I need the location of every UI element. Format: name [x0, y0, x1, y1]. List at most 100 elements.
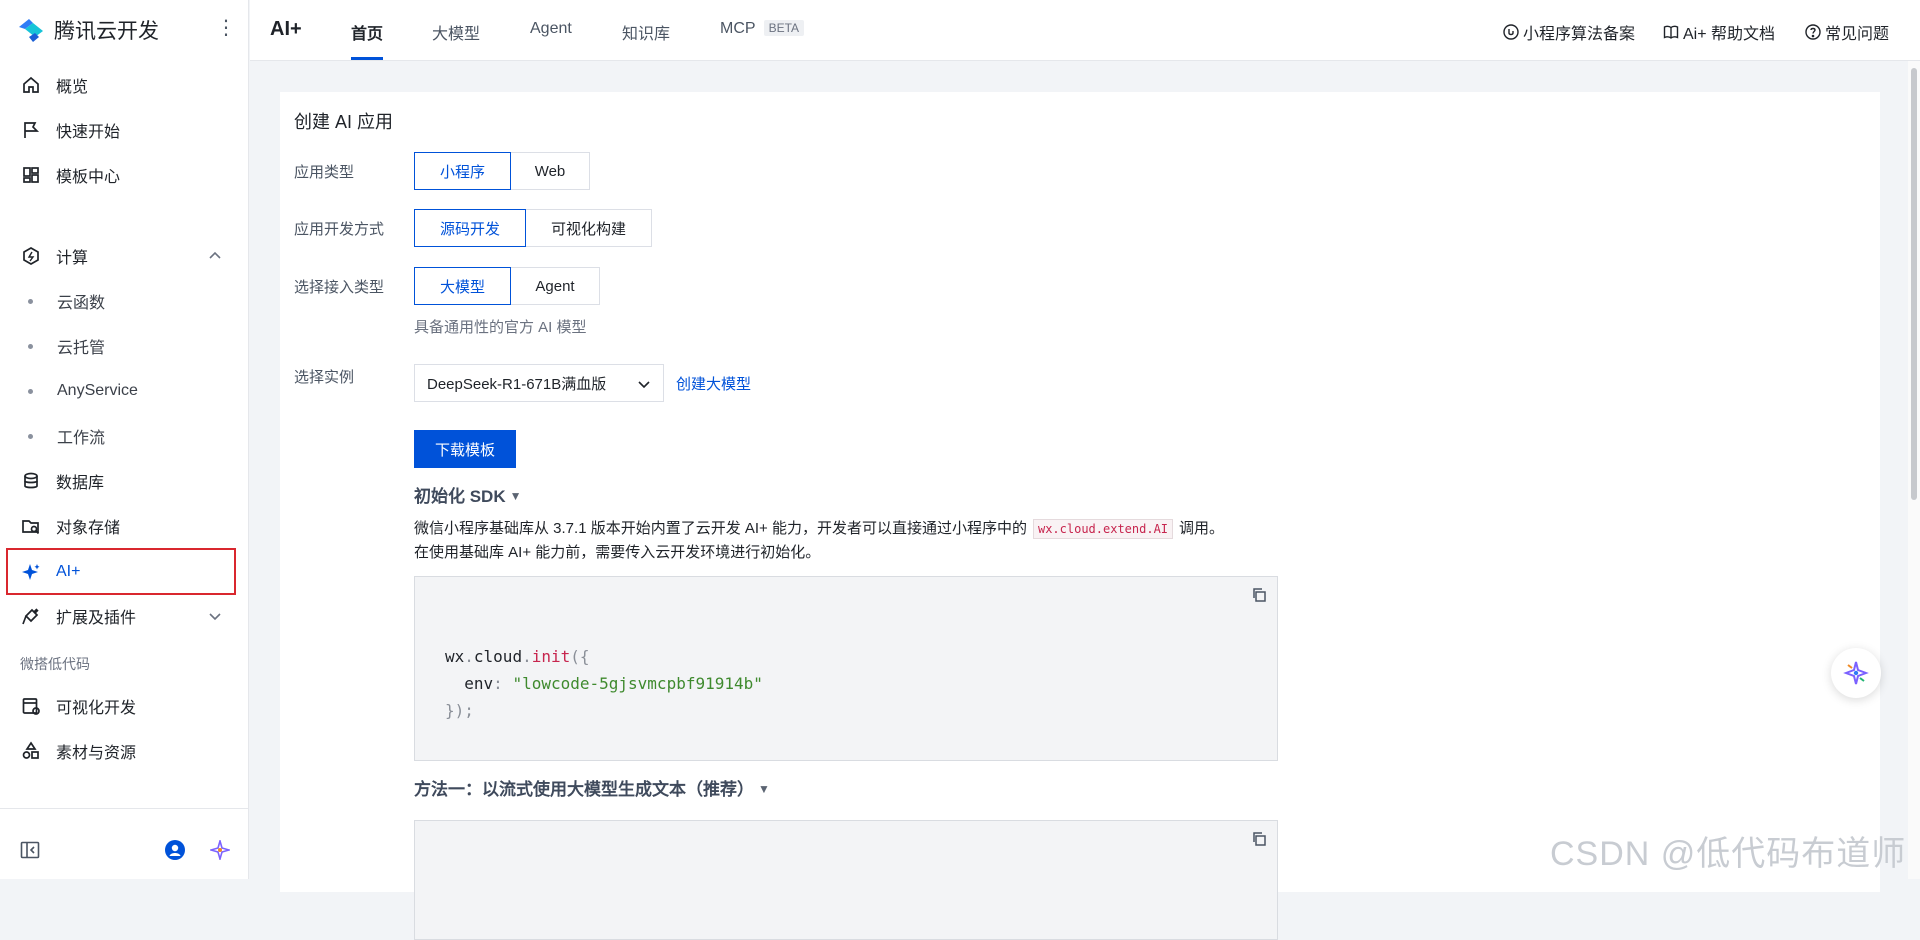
sidebar-item-label: 可视化开发	[56, 700, 137, 717]
sidebar-item-workflow[interactable]: 工作流	[10, 416, 235, 456]
instance-select-value: DeepSeek-R1-671B满血版	[427, 375, 607, 393]
sidebar-item-database[interactable]: 数据库	[10, 461, 235, 501]
sidebar-item-overview[interactable]: 概览	[10, 65, 235, 105]
app-type-label: 应用类型	[294, 164, 355, 181]
sidebar-item-ai-plus[interactable]: AI+	[6, 548, 236, 595]
link-label: 常见问题	[1825, 26, 1890, 43]
scrollbar-thumb[interactable]	[1911, 68, 1917, 500]
sidebar-item-label: 概览	[56, 79, 89, 96]
assets-icon	[20, 740, 42, 762]
sidebar-item-label: 快速开始	[56, 124, 121, 141]
brand[interactable]: 腾讯云开发	[16, 14, 159, 46]
code-block-init: wx.cloud.init({ env: "lowcode-5gjsvmcpbf…	[414, 576, 1278, 761]
sidebar-item-label: 工作流	[57, 430, 106, 447]
brand-name: 腾讯云开发	[54, 20, 159, 43]
code-block-method1	[414, 820, 1278, 940]
dev-mode-visual-option[interactable]: 可视化构建	[525, 209, 652, 247]
sidebar-item-label: 数据库	[56, 475, 105, 492]
dev-mode-source-option[interactable]: 源码开发	[414, 209, 526, 247]
more-options-icon[interactable]: ⋮	[216, 18, 236, 38]
access-type-model-option[interactable]: 大模型	[414, 267, 511, 305]
cloudbase-logo-icon	[19, 19, 43, 42]
text-before-code: 微信小程序基础库从 3.7.1 版本开始内置了云开发 AI+ 能力，开发者可以直…	[414, 520, 1027, 537]
tab-label: MCP	[720, 20, 756, 37]
app-type-web-option[interactable]: Web	[510, 152, 590, 190]
bullet-dot	[28, 343, 33, 349]
copy-icon[interactable]	[1251, 587, 1267, 603]
sidebar-item-label: 对象存储	[56, 520, 121, 537]
text-after-code: 调用。	[1179, 520, 1225, 537]
sdk-description-line1: 微信小程序基础库从 3.7.1 版本开始内置了云开发 AI+ 能力，开发者可以直…	[414, 516, 1224, 541]
code-token: ({	[570, 647, 590, 666]
sidebar-item-compute[interactable]: 计算	[10, 236, 235, 276]
sparkle-icon	[20, 561, 42, 583]
faq-link[interactable]: 常见问题	[1805, 20, 1889, 44]
chevron-down-icon	[638, 381, 650, 389]
sidebar-item-quickstart[interactable]: 快速开始	[10, 110, 235, 150]
access-type-agent-option[interactable]: Agent	[510, 267, 600, 305]
sidebar-item-extensions[interactable]: 扩展及插件	[10, 596, 235, 636]
tab-large-model[interactable]: 大模型	[432, 20, 480, 44]
sdk-description-line2: 在使用基础库 AI+ 能力前，需要传入云开发环境进行初始化。	[414, 544, 821, 561]
code-token: "lowcode-5gjsvmcpbf91914b"	[512, 674, 763, 693]
ai-assistant-icon	[1843, 661, 1869, 685]
method1-heading[interactable]: 方法一：以流式使用大模型生成文本（推荐） ▼	[414, 775, 770, 800]
instance-select[interactable]: DeepSeek-R1-671B满血版	[414, 364, 664, 402]
create-model-link[interactable]: 创建大模型	[676, 373, 751, 394]
collapse-sidebar-icon[interactable]	[20, 841, 40, 859]
link-label: Ai+ 帮助文档	[1683, 26, 1776, 43]
access-type-hint: 具备通用性的官方 AI 模型	[414, 319, 587, 336]
download-template-button[interactable]: 下载模板	[414, 430, 516, 468]
page-title: AI+	[270, 18, 302, 40]
bullet-dot	[28, 433, 33, 439]
card-title: 创建 AI 应用	[294, 112, 394, 132]
ai-help-docs-link[interactable]: Ai+ 帮助文档	[1663, 20, 1775, 44]
sidebar-item-label: 云函数	[57, 295, 106, 312]
visual-dev-icon	[20, 695, 42, 717]
sidebar-item-label: 模板中心	[56, 169, 121, 186]
init-sdk-heading[interactable]: 初始化 SDK ▼	[414, 482, 522, 507]
active-tab-indicator	[351, 57, 383, 60]
sidebar-item-cloud-functions[interactable]: 云函数	[10, 281, 235, 321]
mini-program-filing-link[interactable]: 小程序算法备案	[1503, 20, 1635, 44]
app-type-mini-program-option[interactable]: 小程序	[414, 152, 511, 190]
floating-ai-assistant-button[interactable]	[1831, 648, 1881, 698]
flag-icon	[20, 119, 42, 141]
code-token: cloud	[473, 647, 523, 666]
access-type-label: 选择接入类型	[294, 279, 385, 296]
chevron-up-icon[interactable]	[207, 248, 223, 264]
app-type-selector: 小程序 Web	[414, 152, 590, 190]
beta-badge: BETA	[763, 20, 805, 36]
tab-agent[interactable]: Agent	[530, 20, 572, 38]
sidebar-item-label: 素材与资源	[56, 745, 137, 762]
copy-icon[interactable]	[1251, 831, 1267, 847]
user-avatar-icon[interactable]	[165, 840, 185, 860]
sidebar-item-object-storage[interactable]: 对象存储	[10, 506, 235, 546]
code-token: wx	[445, 647, 465, 666]
sidebar-footer	[0, 808, 249, 879]
bullet-dot	[28, 388, 33, 394]
sidebar-item-label: 云托管	[57, 340, 106, 357]
chevron-down-icon[interactable]	[207, 608, 223, 624]
sidebar-item-label: 计算	[56, 250, 89, 267]
section-label-lowcode: 微搭低代码	[20, 656, 90, 672]
code-token: init	[531, 647, 571, 666]
tab-home[interactable]: 首页	[351, 20, 383, 44]
tab-mcp[interactable]: MCP BETA	[720, 20, 805, 38]
code-token: .	[464, 647, 474, 666]
help-circle-icon	[1805, 24, 1821, 40]
code-token: :	[493, 674, 513, 693]
sidebar-item-templates[interactable]: 模板中心	[10, 155, 235, 195]
sidebar-item-assets[interactable]: 素材与资源	[10, 731, 235, 771]
tab-knowledge-base[interactable]: 知识库	[622, 20, 670, 44]
sidebar-item-anyservice[interactable]: AnyService	[10, 371, 235, 411]
database-icon	[20, 470, 42, 492]
ai-assistant-icon[interactable]	[210, 840, 230, 860]
book-icon	[1663, 25, 1679, 39]
sidebar: 腾讯云开发 ⋮ 概览 快速开始 模板中心 计算 云函数 云托管 AnyServi…	[0, 0, 249, 879]
sidebar-item-visual-dev[interactable]: 可视化开发	[10, 686, 235, 726]
storage-icon	[20, 515, 42, 537]
sidebar-item-cloud-hosting[interactable]: 云托管	[10, 326, 235, 366]
caret-down-icon: ▼	[509, 489, 522, 503]
plugin-icon	[20, 605, 42, 627]
